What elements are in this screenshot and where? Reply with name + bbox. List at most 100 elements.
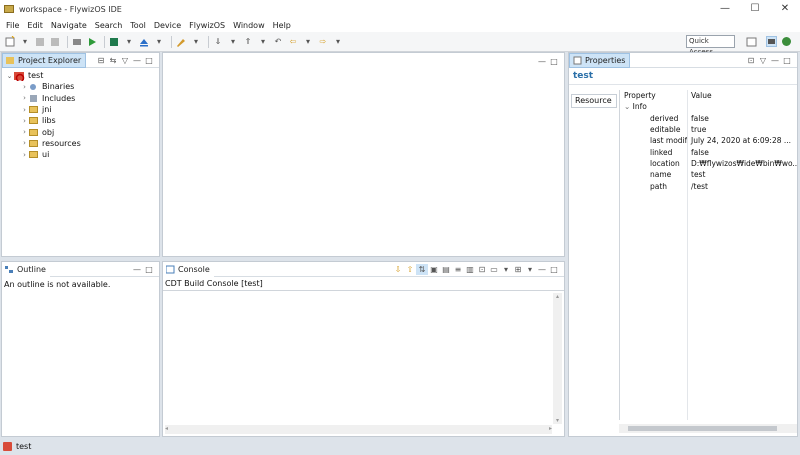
dropdown-arrow-icon[interactable]: ▾ [227,36,239,48]
list-item[interactable]: › obj [2,126,159,137]
tree-item-label: jni [42,105,52,115]
menu-device[interactable]: Device [150,21,185,30]
next-annotation-icon[interactable]: ⇓ [212,36,224,48]
display-console-icon[interactable]: ▭ [488,264,500,275]
tab-outline[interactable]: Outline [2,261,50,277]
list-item[interactable]: › resources [2,138,159,149]
dropdown-arrow-icon[interactable]: ▾ [19,36,31,48]
word-wrap-icon[interactable]: ▤ [440,264,452,275]
tree-root-test[interactable]: ⌄ test [2,70,159,81]
table-row[interactable]: name test [620,169,797,181]
table-row[interactable]: location D:₩flywizos₩ide₩bin₩wo... [620,157,797,170]
dropdown-arrow-icon[interactable]: ▾ [123,36,135,48]
horizontal-scrollbar[interactable]: ◂ ▸ [165,425,552,434]
table-row[interactable]: path/test [620,180,797,192]
forward-icon[interactable]: ⇨ [317,36,329,48]
menu-edit[interactable]: Edit [23,21,47,30]
show-console-icon[interactable]: ≡ [452,264,464,275]
run-icon[interactable] [86,36,98,48]
build-icon[interactable] [71,36,83,48]
collapsed-arrow-icon[interactable]: › [20,128,29,136]
scroll-up-icon[interactable]: ⇧ [404,264,416,275]
collapsed-arrow-icon[interactable]: › [20,83,29,91]
list-item[interactable]: › Includes [2,93,159,104]
maximize-view-icon[interactable]: □ [548,56,560,67]
menu-search[interactable]: Search [91,21,126,30]
horizontal-scrollbar[interactable] [619,424,797,433]
collapsed-arrow-icon[interactable]: › [20,106,29,114]
collapse-all-icon[interactable]: ⊟ [95,55,107,66]
maximize-view-icon[interactable]: □ [143,264,155,275]
table-row[interactable]: last modifieJuly 24, 2020 at 6:09:28 ... [620,135,797,147]
last-edit-icon[interactable]: ↶ [272,36,284,48]
menu-tool[interactable]: Tool [126,21,150,30]
pin-icon[interactable]: ⊡ [745,55,757,66]
clear-console-icon[interactable]: ▥ [464,264,476,275]
tab-project-explorer[interactable]: Project Explorer [2,52,87,68]
dropdown-arrow-icon[interactable]: ▾ [332,36,344,48]
minimize-view-icon[interactable]: — [131,264,143,275]
prev-annotation-icon[interactable]: ⇑ [242,36,254,48]
list-item[interactable]: › jni [2,104,159,115]
maximize-view-icon[interactable]: □ [548,264,560,275]
maximize-view-icon[interactable]: □ [143,55,155,66]
column-value[interactable]: Value [687,90,797,102]
collapsed-arrow-icon[interactable]: › [20,94,29,102]
cpp-perspective-icon[interactable] [766,36,777,47]
minimize-view-icon[interactable]: — [131,55,143,66]
device-icon[interactable] [108,36,120,48]
tab-resource[interactable]: Resource [571,94,617,108]
menu-file[interactable]: File [2,21,23,30]
minimize-view-icon[interactable]: — [536,264,548,275]
quick-access-field[interactable]: Quick Access [686,35,735,56]
save-all-icon[interactable] [49,36,61,48]
pin-console-icon[interactable]: ⊡ [476,264,488,275]
menu-flywizos[interactable]: FlywizOS [185,21,229,30]
expanded-arrow-icon[interactable]: ⌄ [5,72,14,80]
dropdown-arrow-icon[interactable]: ▾ [500,264,512,275]
open-console-icon[interactable]: ⊞ [512,264,524,275]
table-row[interactable]: ⌄ Info [620,101,797,113]
new-icon[interactable] [4,36,16,48]
expanded-arrow-icon[interactable]: ⌄ [624,102,633,111]
list-item[interactable]: › ui [2,149,159,160]
collapsed-arrow-icon[interactable]: › [20,117,29,125]
dropdown-arrow-icon[interactable]: ▾ [190,36,202,48]
copy-icon[interactable]: ▣ [428,264,440,275]
minimize-view-icon[interactable]: — [536,56,548,67]
tab-properties[interactable]: Properties [569,52,631,68]
dropdown-arrow-icon[interactable]: ▾ [257,36,269,48]
scroll-down-icon[interactable]: ⇩ [392,264,404,275]
pen-icon[interactable] [175,36,187,48]
table-row[interactable]: derived false [620,112,797,124]
upload-icon[interactable] [138,36,150,48]
save-icon[interactable] [34,36,46,48]
minimize-view-icon[interactable]: — [769,55,781,66]
view-menu-icon[interactable]: ▽ [757,55,769,66]
maximize-button[interactable]: ☐ [740,0,770,18]
list-item[interactable]: › libs [2,115,159,126]
vertical-scrollbar[interactable]: ▴ ▾ [553,293,562,424]
close-button[interactable]: ✕ [770,0,800,18]
tab-console[interactable]: Console [163,261,214,277]
dropdown-arrow-icon[interactable]: ▾ [524,264,536,275]
column-property[interactable]: Property [620,91,687,100]
scroll-lock-icon[interactable]: ⇅ [416,264,428,275]
open-perspective-icon[interactable] [746,36,757,47]
dropdown-arrow-icon[interactable]: ▾ [153,36,165,48]
link-editor-icon[interactable]: ⇆ [107,55,119,66]
collapsed-arrow-icon[interactable]: › [20,139,29,147]
menu-window[interactable]: Window [229,21,269,30]
menu-help[interactable]: Help [269,21,295,30]
view-menu-icon[interactable]: ▽ [119,55,131,66]
table-row[interactable]: linked false [620,146,797,158]
minimize-button[interactable]: — [710,0,740,18]
dropdown-arrow-icon[interactable]: ▾ [302,36,314,48]
flywiz-perspective-icon[interactable] [781,36,792,47]
back-icon[interactable]: ⇦ [287,36,299,48]
list-item[interactable]: › Binaries [2,81,159,92]
maximize-view-icon[interactable]: □ [781,55,793,66]
menu-navigate[interactable]: Navigate [47,21,91,30]
collapsed-arrow-icon[interactable]: › [20,151,29,159]
table-row[interactable]: editable true [620,123,797,136]
